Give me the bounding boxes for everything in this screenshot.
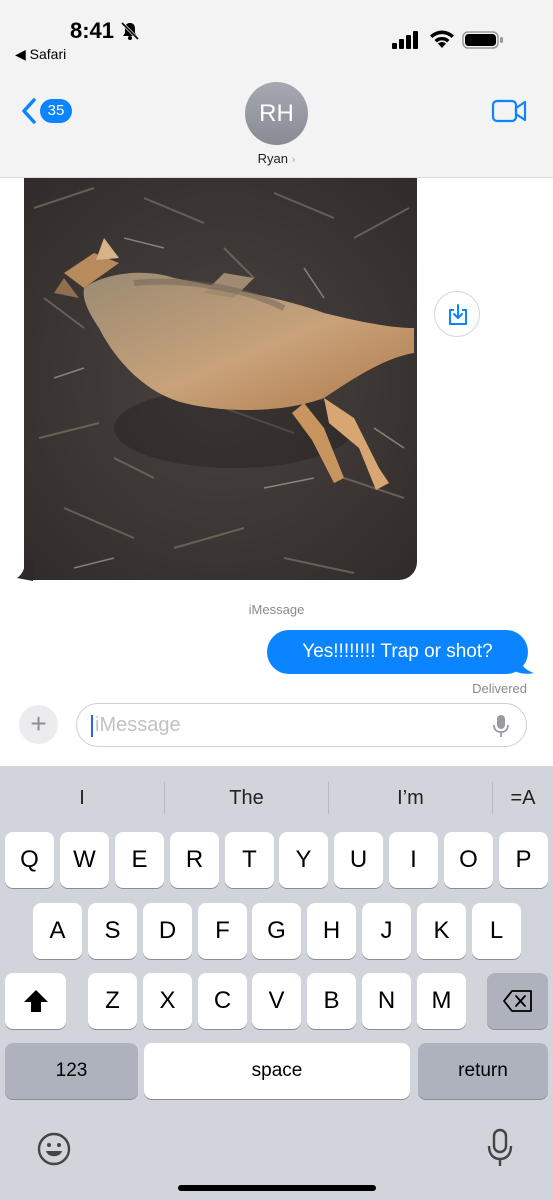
key-m[interactable]: M (417, 973, 466, 1029)
key-d[interactable]: D (143, 903, 192, 959)
key-p[interactable]: P (499, 832, 548, 888)
key-u[interactable]: U (334, 832, 383, 888)
key-n[interactable]: N (362, 973, 411, 1029)
space-key[interactable]: space (144, 1043, 410, 1099)
key-s[interactable]: S (88, 903, 137, 959)
service-label: iMessage (248, 602, 305, 617)
status-time: 8:41 (70, 18, 115, 43)
return-key[interactable]: return (418, 1043, 548, 1099)
outgoing-message-bubble[interactable]: Yes!!!!!!!! Trap or shot? (267, 630, 528, 674)
suggestion-2[interactable]: The (165, 780, 328, 816)
backspace-icon (502, 990, 532, 1012)
key-y[interactable]: Y (279, 832, 328, 888)
bell-slash-icon (120, 21, 140, 41)
back-button[interactable]: 35 (20, 97, 75, 125)
key-w[interactable]: W (60, 832, 109, 888)
wifi-icon (430, 30, 454, 48)
shift-icon (23, 990, 48, 1012)
battery-icon (462, 31, 503, 49)
apps-plus-button[interactable]: + (19, 705, 58, 744)
save-photo-icon (449, 304, 467, 325)
unread-count-badge: 35 (40, 99, 72, 123)
numbers-key[interactable]: 123 (5, 1043, 138, 1099)
back-to-safari-link[interactable]: ◀ Safari (15, 46, 66, 63)
delivery-status: Delivered (472, 681, 527, 696)
suggestion-1[interactable]: I (0, 780, 164, 816)
key-o[interactable]: O (444, 832, 493, 888)
key-t[interactable]: T (225, 832, 274, 888)
text-cursor (91, 715, 93, 737)
key-v[interactable]: V (252, 973, 301, 1029)
key-e[interactable]: E (115, 832, 164, 888)
dictation-microphone-icon[interactable] (485, 1128, 515, 1168)
message-input[interactable]: iMessage (76, 703, 527, 747)
emoji-icon[interactable] (36, 1131, 72, 1167)
key-z[interactable]: Z (88, 973, 137, 1029)
key-k[interactable]: K (417, 903, 466, 959)
key-g[interactable]: G (252, 903, 301, 959)
key-l[interactable]: L (472, 903, 521, 959)
home-indicator (178, 1185, 376, 1191)
microphone-icon[interactable] (492, 714, 510, 738)
key-f[interactable]: F (198, 903, 247, 959)
key-b[interactable]: B (307, 973, 356, 1029)
key-a[interactable]: A (33, 903, 82, 959)
key-q[interactable]: Q (5, 832, 54, 888)
chevron-left-icon (22, 98, 36, 124)
message-placeholder: iMessage (95, 714, 181, 736)
key-h[interactable]: H (307, 903, 356, 959)
key-i[interactable]: I (389, 832, 438, 888)
text-format-icon[interactable]: =A (493, 780, 553, 816)
signal-icon (392, 31, 418, 49)
keyboard: I The I’m =A Q W E R T Y U I O P A S D F… (0, 766, 553, 1200)
save-photo-button[interactable] (434, 291, 480, 337)
photo-bubble-tail (17, 560, 33, 581)
key-j[interactable]: J (362, 903, 411, 959)
key-c[interactable]: C (198, 973, 247, 1029)
backspace-key[interactable] (487, 973, 548, 1029)
conversation-header: 8:41 ◀ Safari 35 RH Ryan › (0, 0, 553, 178)
shift-key[interactable] (5, 973, 66, 1029)
coyote-photo[interactable] (24, 178, 417, 580)
key-x[interactable]: X (143, 973, 192, 1029)
suggestion-3[interactable]: I’m (329, 780, 492, 816)
contact-name-label: Ryan (257, 151, 289, 166)
video-camera-icon[interactable] (491, 98, 527, 124)
contact-name[interactable]: Ryan › (0, 151, 553, 166)
chevron-right-icon: › (291, 154, 296, 166)
messages-screen: 8:41 ◀ Safari 35 RH Ryan › iMessage Yes!… (0, 0, 553, 1200)
contact-avatar[interactable]: RH (245, 82, 308, 145)
key-r[interactable]: R (170, 832, 219, 888)
